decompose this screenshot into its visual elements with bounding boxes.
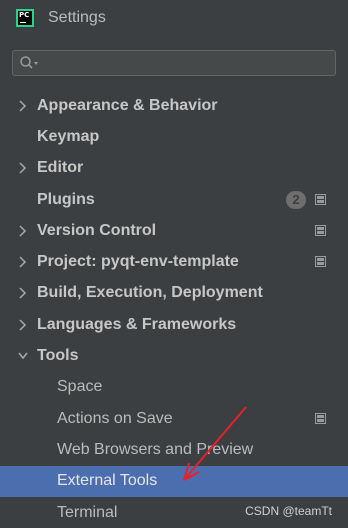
- tree-item-label: External Tools: [57, 472, 158, 490]
- tree-item-label: Keymap: [37, 127, 100, 145]
- chevron-right-icon[interactable]: [18, 319, 28, 331]
- tree-item-build-execution-deployment[interactable]: Build, Execution, Deployment: [0, 278, 348, 309]
- chevron-right-icon[interactable]: [18, 100, 28, 112]
- tree-item-label: Build, Execution, Deployment: [37, 284, 263, 302]
- tree-item-label: Project: pyqt-env-template: [37, 253, 239, 271]
- tree-item-label: Plugins: [37, 190, 95, 208]
- project-settings-icon: [315, 256, 326, 268]
- search-box[interactable]: [12, 50, 336, 76]
- title-bar: PC Settings: [0, 0, 348, 36]
- settings-tree: Appearance & Behavior Keymap Editor Plugins…: [0, 90, 348, 528]
- window-title: Settings: [48, 9, 106, 26]
- tree-item-label: Editor: [37, 159, 84, 177]
- tree-item-label: Space: [57, 378, 103, 396]
- tree-item-label: Appearance & Behavior: [37, 96, 218, 114]
- chevron-right-icon[interactable]: [18, 256, 28, 268]
- search-area: [0, 36, 348, 76]
- chevron-right-icon[interactable]: [18, 225, 28, 237]
- tree-item-plugins[interactable]: Plugins 2: [0, 184, 348, 215]
- chevron-down-icon[interactable]: [18, 350, 28, 362]
- tree-item-external-tools[interactable]: External Tools: [0, 465, 348, 497]
- tree-item-web-browsers-and-preview[interactable]: Web Browsers and Preview: [0, 434, 348, 465]
- tree-item-label: Tools: [37, 347, 79, 365]
- chevron-right-icon[interactable]: [18, 162, 28, 174]
- tree-item-appearance-behavior[interactable]: Appearance & Behavior: [0, 90, 348, 121]
- watermark: CSDN @teamTt: [245, 504, 332, 518]
- chevron-right-icon[interactable]: [18, 287, 28, 299]
- search-input[interactable]: [39, 52, 335, 74]
- tree-item-label: Terminal: [57, 503, 118, 521]
- project-settings-icon: [315, 193, 326, 205]
- tree-item-version-control[interactable]: Version Control: [0, 215, 348, 246]
- project-settings-icon: [315, 224, 326, 236]
- tree-item-languages-frameworks[interactable]: Languages & Frameworks: [0, 309, 348, 340]
- tree-item-editor[interactable]: Editor: [0, 153, 348, 184]
- tree-item-label: Version Control: [37, 221, 157, 239]
- tree-item-project-pyqt-env-template[interactable]: Project: pyqt-env-template: [0, 246, 348, 277]
- tree-item-label: Languages & Frameworks: [37, 315, 237, 333]
- tree-item-space[interactable]: Space: [0, 372, 348, 403]
- pycharm-icon: PC: [16, 9, 34, 27]
- tree-item-actions-on-save[interactable]: Actions on Save: [0, 403, 348, 434]
- tree-item-label: Actions on Save: [57, 409, 173, 427]
- tree-item-keymap[interactable]: Keymap: [0, 121, 348, 152]
- tree-item-label: Web Browsers and Preview: [57, 440, 254, 458]
- search-icon[interactable]: [19, 55, 39, 71]
- updates-count-badge: 2: [286, 190, 306, 209]
- project-settings-icon: [315, 412, 326, 424]
- tree-item-tools[interactable]: Tools: [0, 340, 348, 371]
